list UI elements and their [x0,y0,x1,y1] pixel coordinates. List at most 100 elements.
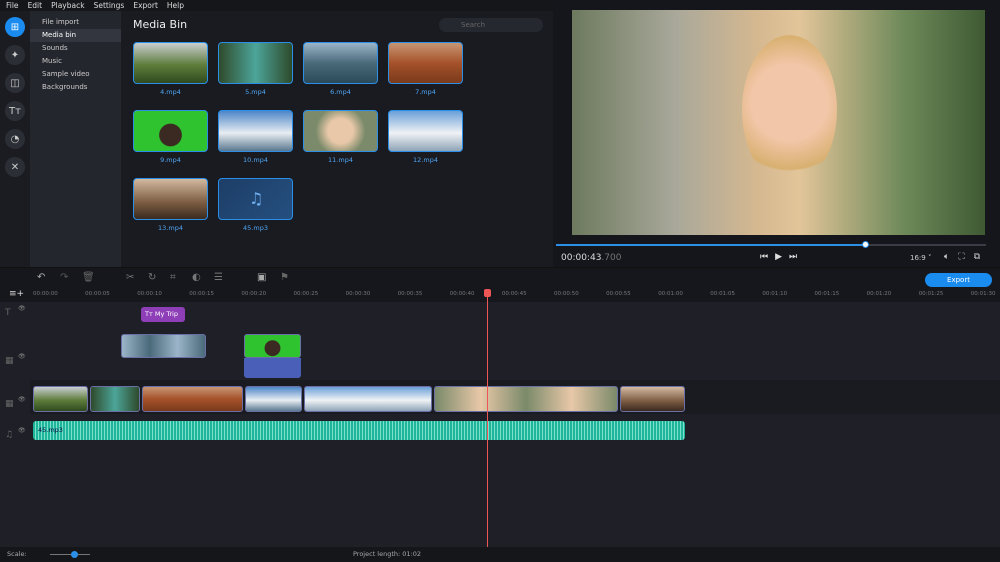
stickers-icon[interactable]: ◔ [5,129,25,149]
video-clip[interactable] [90,386,140,412]
project-length: Project length: 01:02 [353,550,422,558]
title-clip-label: My Trip [154,310,178,318]
timecode-ms: .700 [601,253,622,263]
previous-icon[interactable]: ⏮ [760,252,768,262]
media-name: 5.mp4 [245,88,266,96]
sidebar-item[interactable]: Music [30,55,121,68]
tracks-area: Tт My Trip 45.mp3 [30,302,1000,548]
media-thumbnail[interactable] [133,178,208,220]
media-name: 7.mp4 [415,88,436,96]
seek-handle[interactable] [861,241,869,248]
media-thumbnail[interactable] [133,42,208,84]
ruler-tick-label: 00:00:55 [606,291,631,297]
track-visibility-icon[interactable]: 👁︎ [18,305,26,312]
marker-icon[interactable]: ⚑ [280,272,289,283]
next-icon[interactable]: ⏭ [789,252,797,262]
menu-edit[interactable]: Edit [28,0,43,11]
ruler-tick-label: 00:01:05 [710,291,735,297]
timeline-toolbar: ↶ ↷ 🗑︎ ✂ ↻ ⌗ ◐ ☰ ▣ ⚑ Export [0,268,1000,288]
crop-icon[interactable]: ⌗ [170,272,176,283]
play-icon[interactable]: ▶ [775,252,782,262]
clip-properties-icon[interactable]: ☰ [214,272,223,283]
track-visibility-icon[interactable]: 👁︎ [18,427,26,434]
menu-settings[interactable]: Settings [94,0,125,11]
menu-export[interactable]: Export [133,0,158,11]
fullscreen-icon[interactable]: ⛶ [958,252,964,262]
overlay-clip-extension[interactable] [244,358,301,378]
media-bin-title: Media Bin [133,18,188,31]
sidebar-item[interactable]: Sounds [30,42,121,55]
time-ruler[interactable]: ≡+ 00:00:00 00:00:05 00:00:10 00:00:15 00:00… [0,288,1000,302]
video-clip[interactable] [620,386,685,412]
media-thumbnail[interactable] [218,42,293,84]
import-icon[interactable]: ⊞ [5,17,25,37]
export-button[interactable]: Export [925,273,992,287]
video-clip[interactable] [304,386,432,412]
redo-icon[interactable]: ↷ [60,272,68,283]
record-icon[interactable]: ▣ [257,272,266,283]
aspect-ratio-select[interactable]: 16:9 ˅ [910,254,931,262]
media-thumbnail[interactable] [218,110,293,152]
search-input[interactable]: Search [439,18,543,32]
audio-track-icon: ♫ [5,430,14,440]
media-thumbnail[interactable] [133,110,208,152]
audio-clip[interactable]: 45.mp3 [33,421,685,440]
video-clip[interactable] [245,386,302,412]
titles-icon[interactable]: Tт [5,101,25,121]
sidebar-item[interactable]: Sample video [30,68,121,81]
media-name: 13.mp4 [158,224,183,232]
rotate-icon[interactable]: ↻ [148,272,156,283]
menu-file[interactable]: File [6,0,19,11]
menu-playback[interactable]: Playback [51,0,84,11]
delete-icon[interactable]: 🗑︎ [82,272,95,283]
transitions-icon[interactable]: ◫ [5,73,25,93]
ruler-tick-label: 00:00:05 [85,291,110,297]
ruler-tick-label: 00:01:25 [918,291,944,297]
color-adjust-icon[interactable]: ◐ [192,272,201,283]
undo-icon[interactable]: ↶ [37,272,45,283]
volume-icon[interactable]: 🔈︎ [944,252,949,262]
import-sidebar: File import Media bin Sounds Music Sample vi… [30,11,121,267]
detach-icon[interactable]: ⧉ [974,252,980,262]
video-clip[interactable] [33,386,88,412]
video-clip[interactable] [142,386,243,412]
media-thumbnail[interactable] [303,42,378,84]
music-note-icon: ♫ [249,189,264,208]
seek-progress [556,244,866,246]
track-visibility-icon[interactable]: 👁︎ [18,396,26,403]
video-clip[interactable] [434,386,618,412]
scale-slider[interactable] [50,551,90,558]
media-thumbnail[interactable] [388,42,463,84]
video-preview[interactable] [572,10,985,235]
scale-slider-handle[interactable] [71,551,78,558]
playhead-handle[interactable] [484,289,491,297]
media-thumbnail[interactable] [388,110,463,152]
menu-help[interactable]: Help [167,0,184,11]
sidebar-item[interactable]: Media bin [30,29,121,42]
add-track-icon[interactable]: ≡+ [9,289,24,299]
ruler-tick-label: 00:01:20 [866,291,892,297]
timeline: ↶ ↷ 🗑︎ ✂ ↻ ⌗ ◐ ☰ ▣ ⚑ Export ≡+ 00:00:00 0… [0,267,1000,547]
ruler-tick-label: 00:01:00 [658,291,683,297]
overlay-clip[interactable] [244,334,301,358]
ruler-tick-label: 00:00:40 [449,291,475,297]
media-bin: Media Bin Search 4.mp4 5.mp4 6.mp4 7.mp4 9.m… [121,11,553,267]
playhead[interactable] [487,291,488,547]
seek-bar[interactable] [556,241,986,248]
title-clip[interactable]: Tт My Trip [141,307,185,322]
media-name: 6.mp4 [330,88,351,96]
overlay-clip[interactable] [121,334,206,358]
ruler-tick-label: 00:00:15 [189,291,214,297]
tools-icon[interactable]: ✕ [5,157,25,177]
ruler-tick-label: 00:00:20 [241,291,267,297]
ruler-tick-label: 00:00:30 [345,291,371,297]
magic-wand-icon[interactable]: ✦ [5,45,25,65]
track-visibility-icon[interactable]: 👁︎ [18,353,26,360]
ruler-tick-label: 00:01:15 [814,291,840,297]
media-thumbnail[interactable]: ♫ [218,178,293,220]
media-thumbnail[interactable] [303,110,378,152]
cut-icon[interactable]: ✂ [126,272,134,283]
sidebar-item[interactable]: Backgrounds [30,81,121,94]
sidebar-item[interactable]: File import [30,16,121,29]
status-bar: Scale: Project length: 01:02 [0,547,1000,562]
